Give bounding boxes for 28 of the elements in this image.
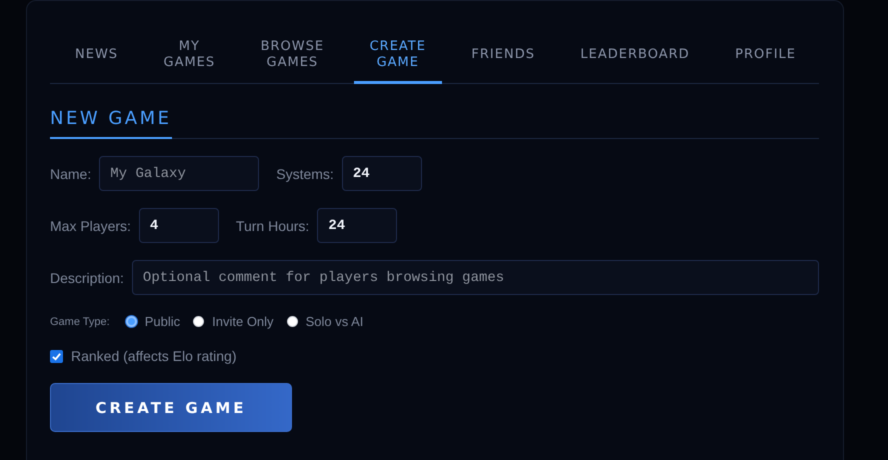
create-game-button[interactable]: CREATE GAME bbox=[50, 383, 292, 432]
field-label: Turn Hours: bbox=[236, 218, 310, 234]
field-label: Max Players: bbox=[50, 218, 131, 234]
field-label: Description: bbox=[50, 270, 124, 286]
option-label[interactable]: Public bbox=[144, 314, 180, 329]
nav-tab[interactable]: BROWSE GAMES bbox=[244, 31, 340, 84]
nav-tab[interactable]: PROFILE bbox=[719, 31, 812, 84]
checkbox-label[interactable]: Ranked (affects Elo rating) bbox=[71, 348, 236, 364]
option-label[interactable]: Solo vs AI bbox=[306, 314, 364, 329]
section-heading: NEW GAME bbox=[50, 108, 172, 139]
nav-tab[interactable]: CREATE GAME bbox=[354, 31, 442, 84]
field-label: Name: bbox=[50, 166, 92, 182]
radio-button[interactable] bbox=[286, 316, 298, 327]
field-label: Systems: bbox=[276, 166, 334, 182]
input-field[interactable]: My Galaxy bbox=[99, 156, 260, 191]
nav-tab[interactable]: LEADERBOARD bbox=[564, 31, 706, 84]
nav-tab[interactable]: FRIENDS bbox=[455, 31, 551, 84]
radio-button[interactable] bbox=[126, 316, 137, 327]
nav-tab[interactable]: NEWS bbox=[59, 31, 134, 84]
input-field[interactable]: 4 bbox=[138, 208, 219, 243]
nav-tab[interactable]: MY GAMES bbox=[148, 31, 232, 84]
option-label[interactable]: Invite Only bbox=[212, 314, 274, 329]
field-label: Game Type: bbox=[50, 316, 110, 328]
radio-button[interactable] bbox=[193, 316, 204, 327]
input-field[interactable]: 24 bbox=[342, 156, 422, 191]
input-field[interactable]: 24 bbox=[317, 208, 398, 243]
input-field[interactable]: Optional comment for players browsing games bbox=[132, 260, 819, 295]
checkbox[interactable] bbox=[50, 350, 63, 362]
